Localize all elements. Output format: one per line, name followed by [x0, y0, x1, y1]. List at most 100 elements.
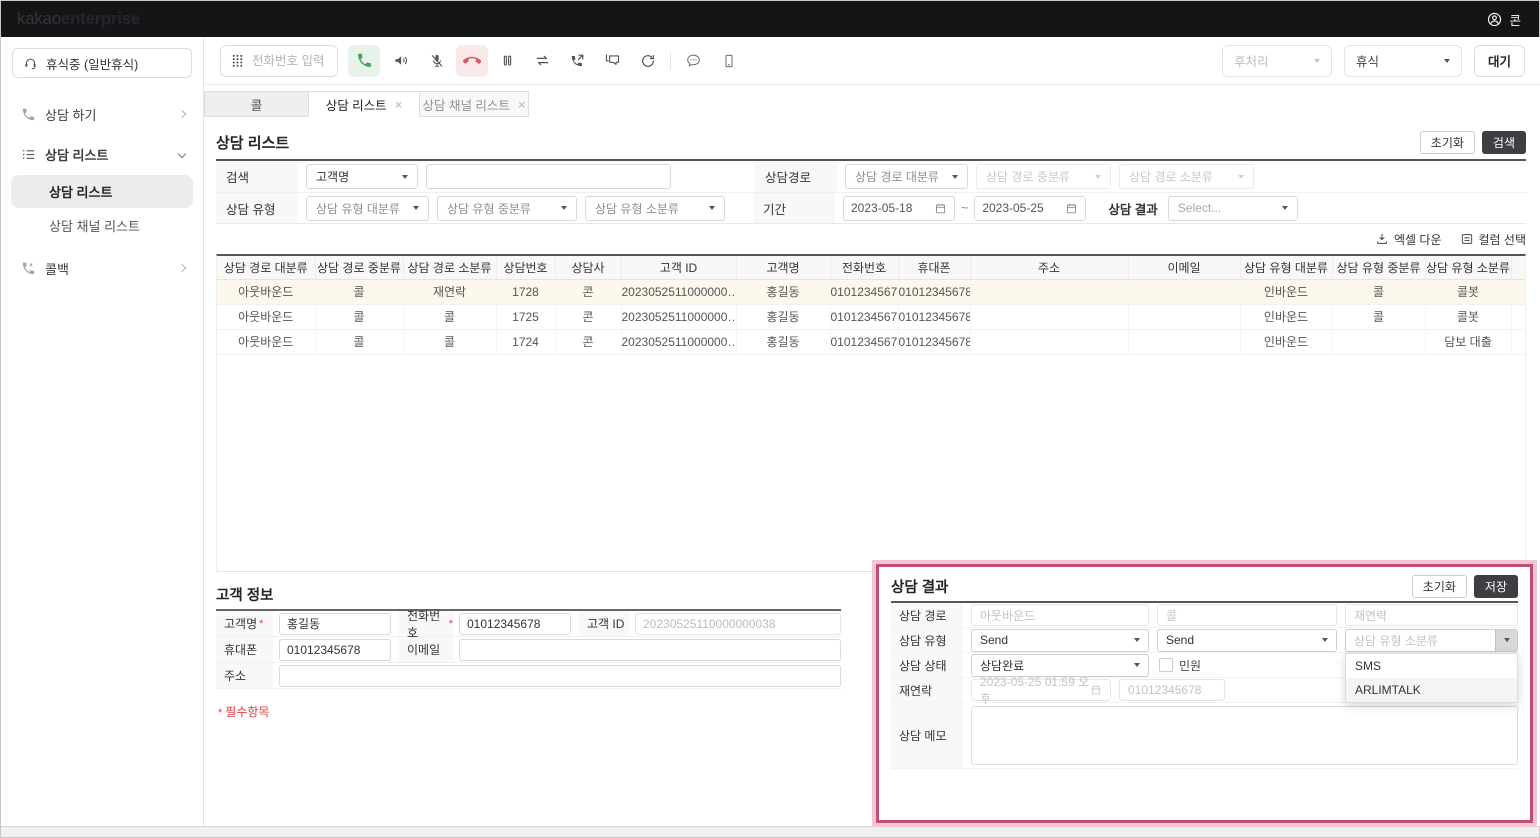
tab-label: 상담 채널 리스트 — [422, 95, 509, 114]
sidebar-subitem-channel-list[interactable]: 상담 채널 리스트 — [11, 209, 193, 242]
excel-download-action[interactable]: 엑셀 다운 — [1375, 231, 1442, 248]
refresh-icon[interactable] — [630, 45, 665, 77]
path-major-select[interactable]: 상담 경로 대분류 — [845, 164, 968, 189]
type-middle-select[interactable]: 상담 유형 중분류 — [437, 196, 577, 221]
result-type-major-select[interactable]: Send — [971, 629, 1149, 652]
column-select-action[interactable]: 컬럼 선택 — [1460, 231, 1527, 248]
date-from-picker[interactable]: 2023-05-18 — [843, 196, 955, 221]
col-header[interactable]: 고객 ID — [621, 256, 736, 279]
customer-address-input[interactable] — [279, 665, 841, 687]
result-save-button[interactable]: 저장 — [1474, 575, 1518, 598]
complaint-checkbox[interactable] — [1159, 658, 1173, 672]
result-reset-button[interactable]: 초기화 — [1412, 575, 1467, 598]
rest-select[interactable]: 휴식 — [1344, 45, 1462, 77]
cell: 아웃바운드 — [217, 279, 315, 304]
cell: 01012345678 — [830, 279, 898, 304]
standby-button[interactable]: 대기 — [1474, 45, 1525, 77]
cell: 콜 — [315, 304, 403, 329]
memo-textarea[interactable] — [971, 706, 1518, 765]
path-major-value: 상담 경로 대분류 — [855, 168, 939, 185]
type-minor-dropdown: SMS ARLIMTALK — [1345, 653, 1518, 703]
table-row[interactable]: 아웃바운드콜콜1724콘2023052511000000…홍길동01012345… — [217, 329, 1525, 354]
result-row-path: 상담 경로 아웃바운드 콜 재연락 — [891, 603, 1518, 628]
cell — [970, 279, 1128, 304]
table-row[interactable]: 아웃바운드콜재연락1728콘2023052511000000…홍길동010123… — [217, 279, 1525, 304]
customer-mobile-input[interactable] — [279, 639, 391, 661]
reset-button[interactable]: 초기화 — [1420, 131, 1475, 154]
select-open-button[interactable] — [1495, 630, 1517, 651]
search-keyword-input[interactable] — [426, 164, 671, 189]
speaker-icon[interactable] — [384, 45, 419, 77]
tab-consult-list[interactable]: 상담 리스트 × — [308, 91, 420, 117]
col-header[interactable]: 상담 경로 소분류 — [403, 256, 496, 279]
customer-mobile-label: 휴대폰 — [216, 637, 273, 662]
dropdown-option-arlimtalk[interactable]: ARLIMTALK — [1346, 678, 1517, 702]
memo-label: 상담 메모 — [891, 703, 963, 768]
col-header[interactable]: 상담번호 — [496, 256, 555, 279]
outgoing-call-icon[interactable] — [560, 45, 595, 77]
hangup-button[interactable] — [456, 45, 488, 77]
phone-number-input[interactable] — [252, 54, 326, 68]
col-header[interactable]: 고객명 — [736, 256, 830, 279]
search-button[interactable]: 검색 — [1482, 131, 1526, 154]
user-menu[interactable]: 콘 — [1486, 10, 1521, 29]
agent-status-box[interactable]: 휴식중 (일반휴식) — [12, 48, 192, 78]
result-path-middle-field: 콜 — [1157, 604, 1337, 626]
sidebar-item-consult-list[interactable]: 상담 리스트 — [1, 134, 203, 174]
list-icon — [21, 147, 36, 162]
brand-logo-bold: enterprise — [61, 9, 140, 28]
cell-partial — [1511, 329, 1525, 354]
result-filter-select[interactable]: Select... — [1168, 196, 1298, 221]
result-type-middle-select[interactable]: Send — [1157, 629, 1337, 652]
call-toolbar: 후처리 휴식 대기 — [204, 37, 1540, 85]
col-header[interactable]: 주소 — [970, 256, 1128, 279]
page-header: 상담 리스트 초기화 검색 — [216, 125, 1526, 159]
type-minor-select[interactable]: 상담 유형 소분류 — [585, 196, 725, 221]
search-field-select-value: 고객명 — [316, 168, 349, 185]
customer-email-input[interactable] — [459, 639, 841, 661]
tab-channel-list[interactable]: 상담 채널 리스트 × — [419, 91, 529, 117]
customer-name-input[interactable] — [279, 613, 391, 635]
call-button[interactable] — [348, 45, 380, 77]
search-field-select[interactable]: 고객명 — [306, 164, 418, 189]
col-header[interactable]: 이메일 — [1128, 256, 1240, 279]
cell: 인바운드 — [1240, 279, 1332, 304]
customer-phone-input[interactable] — [459, 613, 571, 635]
col-header[interactable]: 상담 유형 대분류 — [1240, 256, 1332, 279]
col-header[interactable]: 상담 유형 중분류 — [1332, 256, 1425, 279]
dialpad-icon[interactable] — [230, 53, 245, 68]
sidebar-item-consult[interactable]: 상담 하기 — [1, 94, 203, 134]
sidebar-item-callback[interactable]: 콜백 — [1, 248, 203, 288]
col-header[interactable]: 상담 경로 대분류 — [217, 256, 315, 279]
sidebar-subitem-consult-list[interactable]: 상담 리스트 — [11, 175, 193, 208]
filter-label-path: 상담경로 — [755, 161, 837, 192]
chat-icon[interactable] — [595, 45, 630, 77]
dropdown-option-sms[interactable]: SMS — [1346, 654, 1517, 678]
transfer-icon[interactable] — [525, 45, 560, 77]
caret-down-icon — [413, 206, 419, 210]
close-icon[interactable]: × — [518, 98, 526, 111]
cell: 홍길동 — [736, 279, 830, 304]
mobile-icon[interactable] — [711, 45, 746, 77]
hold-pause-icon[interactable] — [490, 45, 525, 77]
close-icon[interactable]: × — [395, 98, 403, 111]
sidebar-subitem-label: 상담 채널 리스트 — [49, 216, 140, 235]
cell: 콜 — [315, 329, 403, 354]
message-bubble-icon[interactable] — [676, 45, 711, 77]
col-header[interactable]: 휴대폰 — [898, 256, 970, 279]
cell: 콜 — [1332, 304, 1425, 329]
type-major-select[interactable]: 상담 유형 대분류 — [306, 196, 429, 221]
date-to-picker[interactable]: 2023-05-25 — [974, 196, 1086, 221]
result-row-type: 상담 유형 Send Send 상담 유형 소분류 — [891, 628, 1518, 653]
table-row[interactable]: 아웃바운드콜콜1725콘2023052511000000…홍길동01012345… — [217, 304, 1525, 329]
col-header[interactable]: 상담 유형 소분류 — [1425, 256, 1511, 279]
caret-down-icon — [709, 206, 715, 210]
result-type-minor-select[interactable]: 상담 유형 소분류 — [1345, 629, 1518, 652]
cell: 홍길동 — [736, 304, 830, 329]
mic-off-icon[interactable] — [419, 45, 454, 77]
complaint-label: 민원 — [1179, 657, 1201, 674]
col-header[interactable]: 상담 경로 중분류 — [315, 256, 403, 279]
tab-call[interactable]: 콜 — [204, 91, 309, 117]
col-header[interactable]: 상담사 — [555, 256, 621, 279]
col-header[interactable]: 전화번호 — [830, 256, 898, 279]
